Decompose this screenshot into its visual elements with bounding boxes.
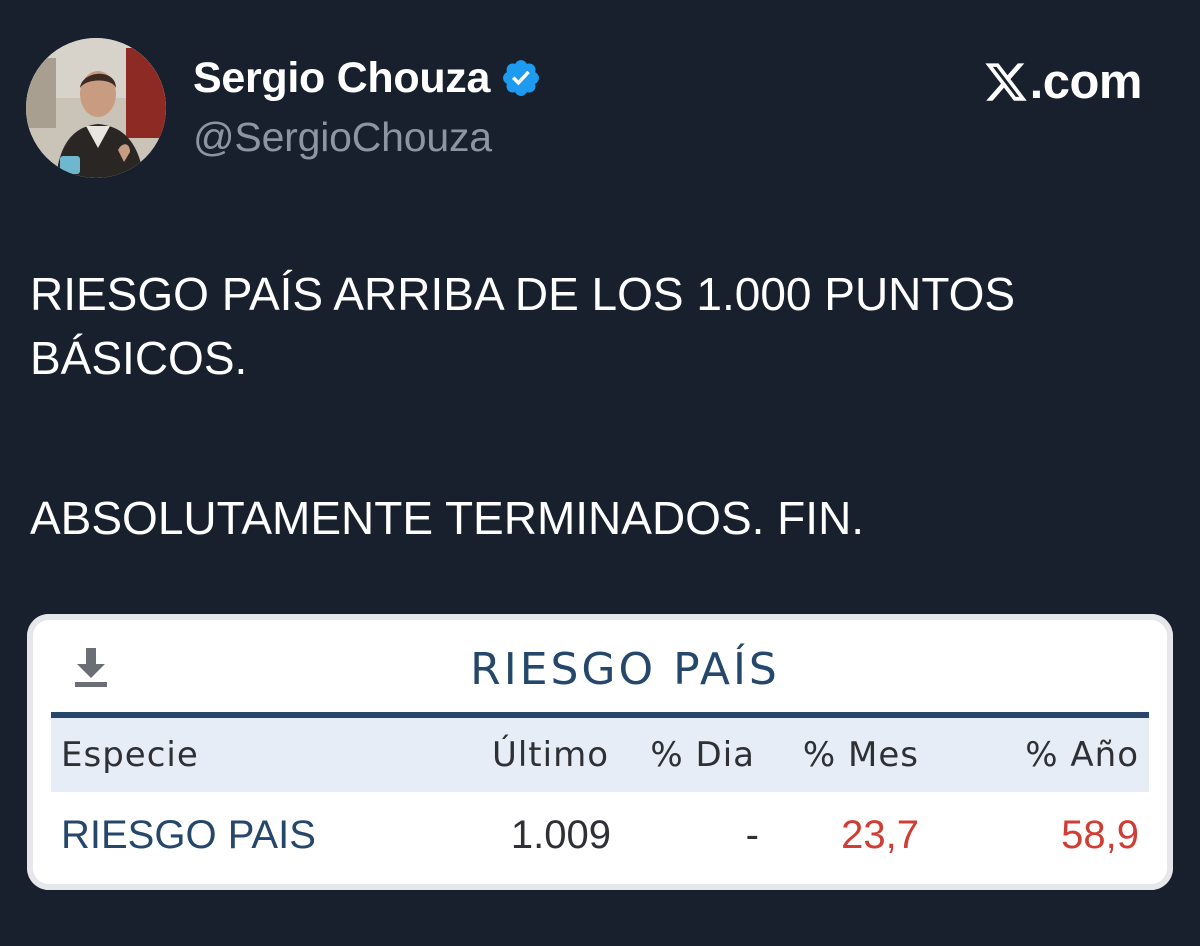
author-handle[interactable]: @SergioChouza [193,114,542,161]
verified-badge-icon [500,57,542,99]
author-block: Sergio Chouza @SergioChouza [193,52,542,161]
author-name[interactable]: Sergio Chouza [193,54,490,103]
column-header-dia: % Dia [650,735,755,775]
cell-especie: RIESGO PAIS [61,812,316,857]
x-logo-icon [983,59,1029,105]
column-header-mes: % Mes [802,735,919,775]
tweet-card: Sergio Chouza @SergioChouza .com RIESGO … [0,0,1200,946]
tweet-paragraph: ABSOLUTAMENTE TERMINADOS. FIN. [30,492,865,544]
cell-anio: 58,9 [1061,812,1139,857]
column-header-especie: Especie [61,735,199,775]
table-title: RIESGO PAÍS [470,644,780,695]
tweet-text: RIESGO PAÍS ARRIBA DE LOS 1.000 PUNTOS B… [30,262,1170,550]
cell-mes: 23,7 [841,812,919,857]
column-header-anio: % Año [1025,735,1139,775]
cell-ultimo: 1.009 [510,812,611,857]
x-com-watermark: .com [983,54,1143,110]
table-row: RIESGO PAIS 1.009 - 23,7 58,9 [51,792,1149,878]
tweet-media-image[interactable]: RIESGO PAÍS Especie Último % Dia % Mes %… [27,614,1173,890]
avatar[interactable] [26,38,166,178]
cell-dia: - [745,812,759,857]
table-header-row: Especie Último % Dia % Mes % Año [51,718,1149,792]
name-row: Sergio Chouza [193,52,542,104]
x-com-text: .com [1029,55,1143,109]
tweet-paragraph: RIESGO PAÍS ARRIBA DE LOS 1.000 PUNTOS B… [30,268,1016,384]
column-header-ultimo: Último [491,735,609,775]
avatar-photo [26,38,166,178]
